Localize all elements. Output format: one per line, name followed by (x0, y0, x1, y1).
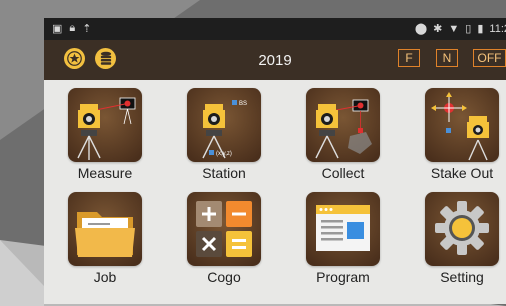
app-station[interactable]: BS (x,y,z) Station (175, 80, 265, 190)
folder-icon (68, 192, 142, 266)
app-bar: 2019 F N OFF (44, 40, 506, 80)
n-button[interactable]: N (436, 49, 458, 67)
location-icon: ⬤ (414, 23, 428, 35)
app-label: Job (93, 269, 117, 285)
app-setting[interactable]: Setting (413, 184, 503, 294)
app-label: Setting (440, 269, 484, 285)
xyz-label: (x,y,z) (216, 151, 232, 157)
bluetooth-icon: ✱ (433, 23, 443, 35)
app-program[interactable]: Program (294, 184, 384, 294)
app-label: Program (316, 269, 370, 285)
total-station-measure-icon (68, 88, 142, 162)
gear-icon (425, 192, 499, 266)
app-collect[interactable]: Collect (294, 80, 384, 190)
app-label: Collect (321, 165, 365, 181)
sim-icon: ▯ (465, 23, 472, 35)
app-label: Cogo (207, 269, 241, 285)
clock: 11:2 (489, 22, 506, 35)
upload-icon: ⇡ (82, 23, 92, 35)
total-station-collect-icon (306, 88, 380, 162)
total-station-setup-icon: BS (x,y,z) (187, 88, 261, 162)
off-button[interactable]: OFF (473, 49, 506, 67)
app-label: Station (202, 165, 246, 181)
f-button[interactable]: F (398, 49, 420, 67)
app-job[interactable]: Job (56, 184, 146, 294)
image-notification-icon: ▣ (52, 23, 63, 35)
calculator-icon (187, 192, 261, 266)
app-grid: Measure BS (x,y,z) Station Collect Stake… (44, 80, 506, 304)
bs-label: BS (239, 101, 247, 107)
tablet-screen: ▣ 🔒︎ ⇡ ⬤ ✱ ▼ ▯ ▮ 11:2 2 (44, 18, 506, 304)
app-label: Measure (77, 165, 133, 181)
program-window-icon (306, 192, 380, 266)
wifi-icon: ▼ (448, 22, 460, 35)
total-station-stakeout-icon (425, 88, 499, 162)
app-measure[interactable]: Measure (56, 80, 146, 190)
app-cogo[interactable]: Cogo (175, 184, 265, 294)
status-bar: ▣ 🔒︎ ⇡ ⬤ ✱ ▼ ▯ ▮ 11:2 (44, 18, 506, 40)
lock-icon: 🔒︎ (69, 22, 76, 34)
app-label: Stake Out (430, 165, 494, 181)
app-stake-out[interactable]: Stake Out (413, 80, 503, 190)
battery-icon: ▮ (477, 23, 484, 35)
